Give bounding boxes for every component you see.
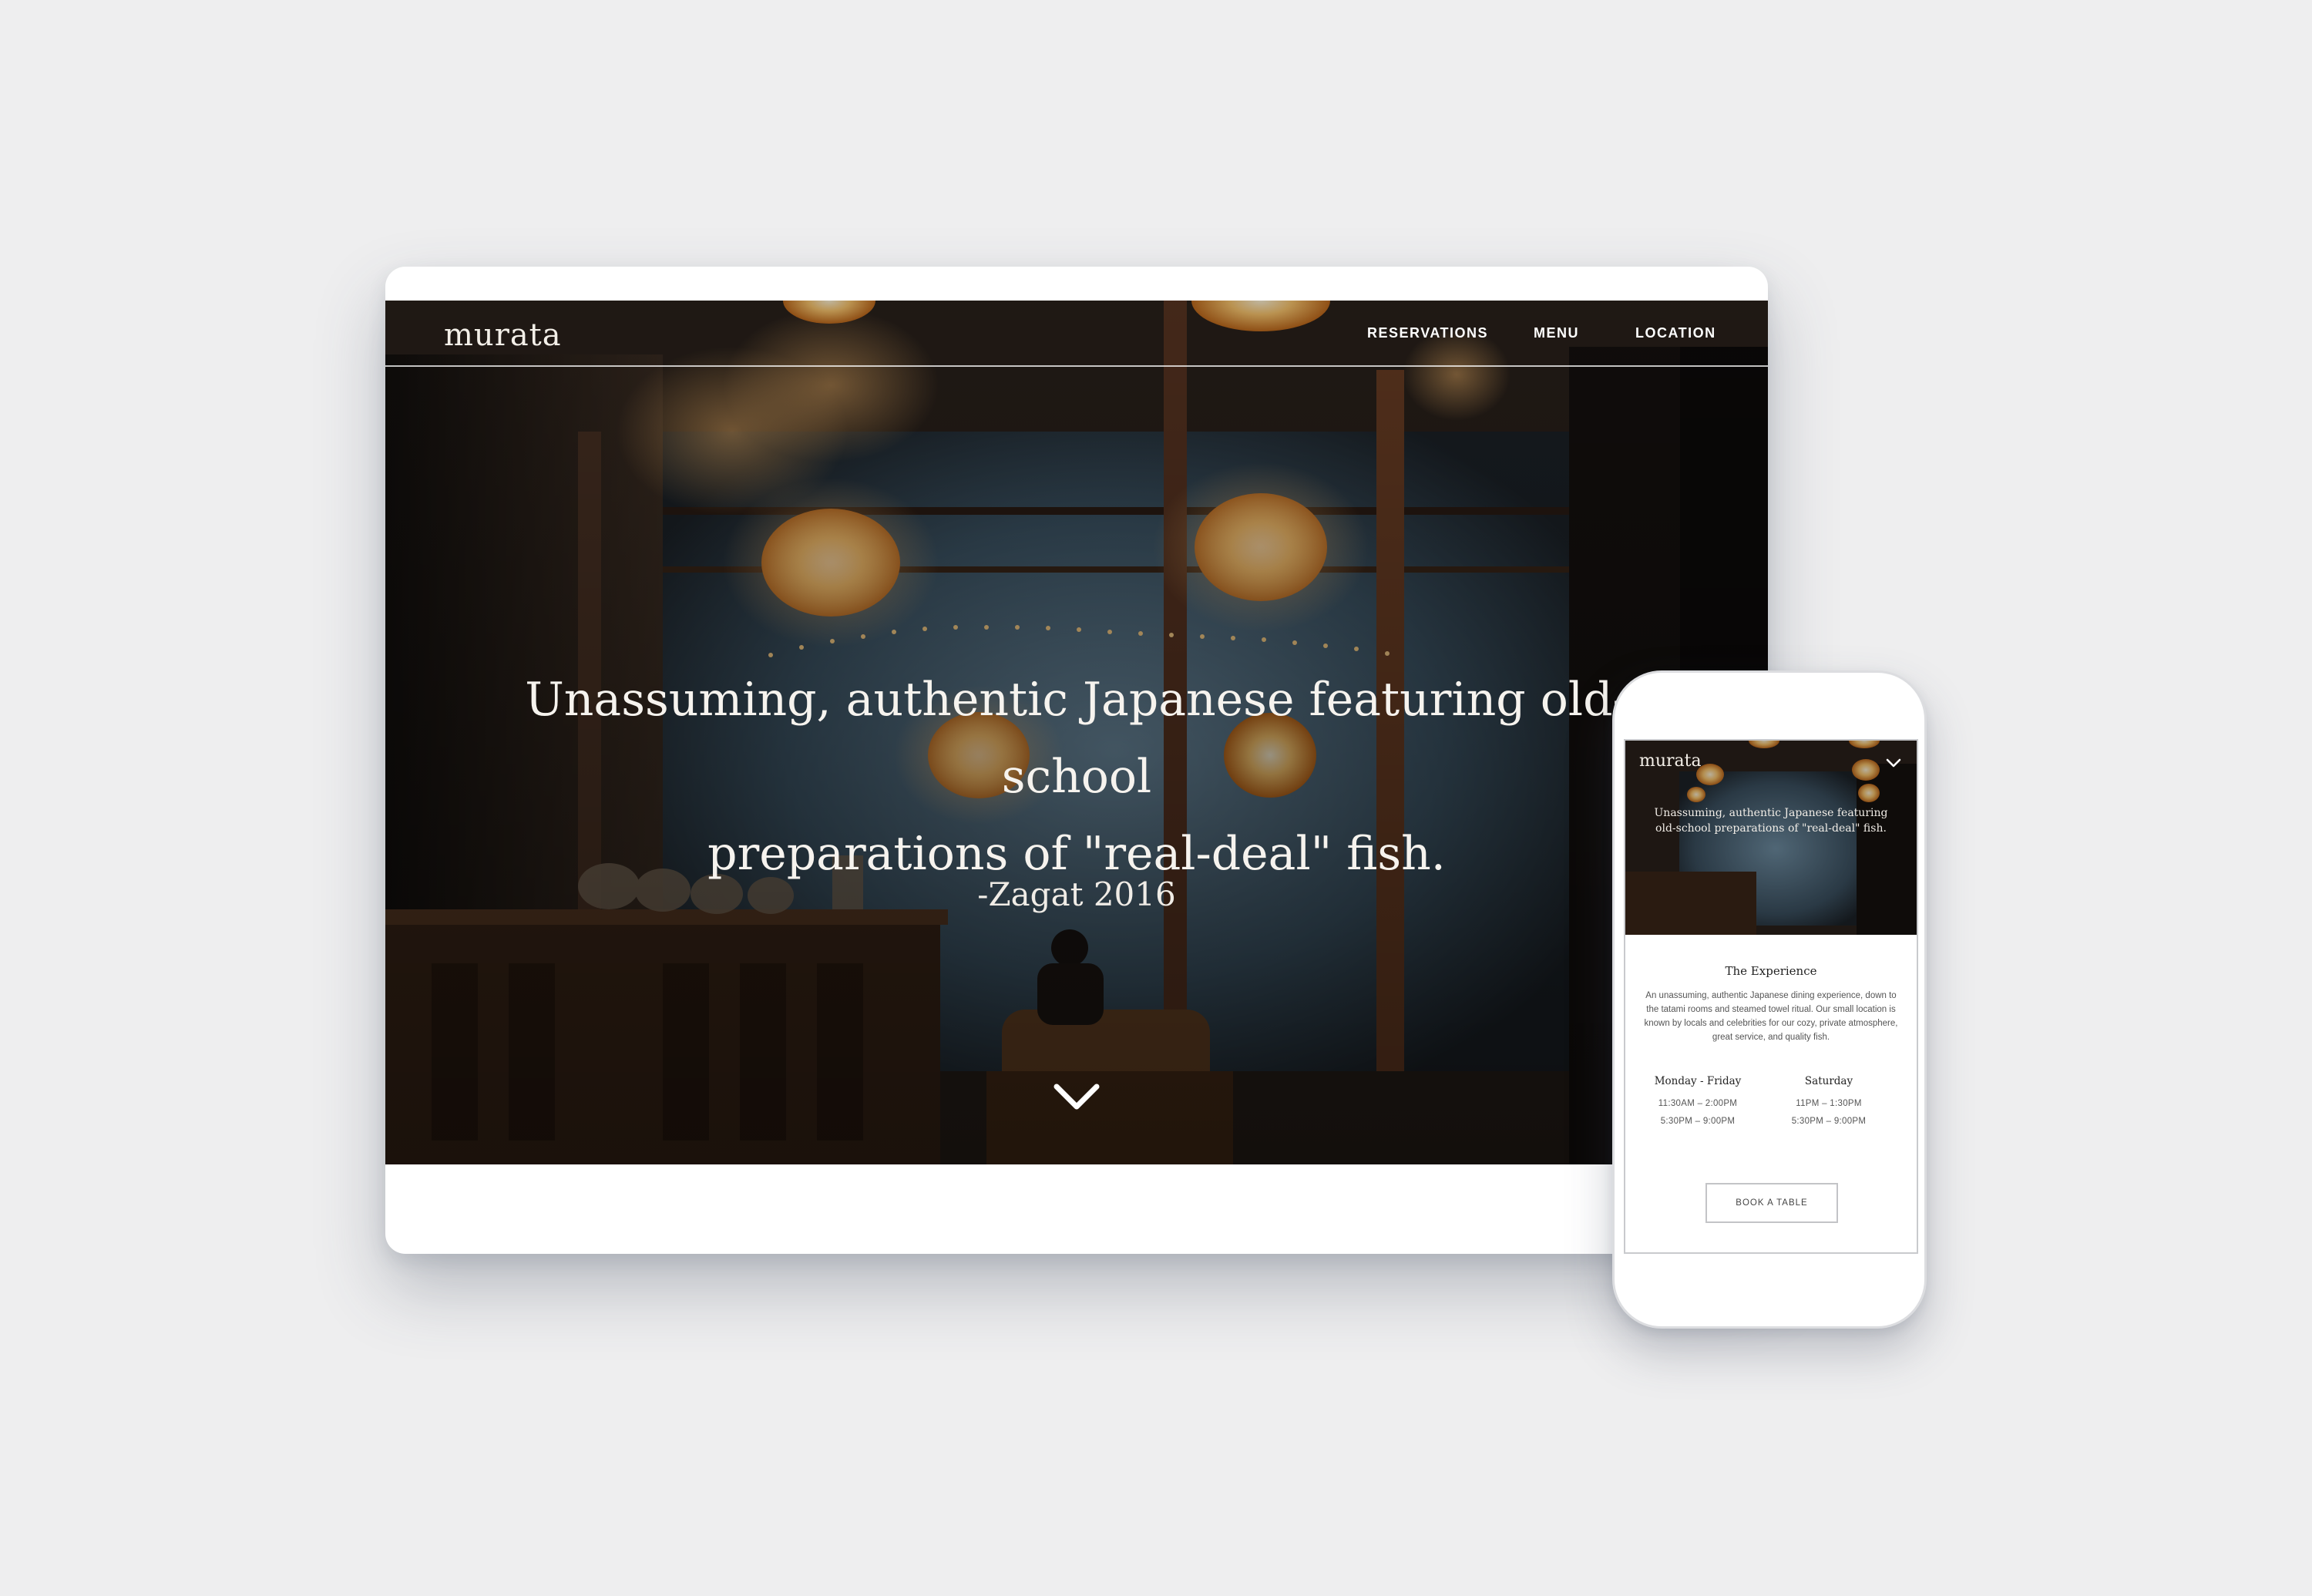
mobile-logo[interactable]: murata [1639, 751, 1702, 771]
hours-days-label: Saturday [1804, 1075, 1853, 1087]
chevron-down-icon[interactable] [1886, 758, 1901, 768]
hours-lunch: 11PM – 1:30PM [1796, 1099, 1862, 1108]
experience-title: The Experience [1725, 964, 1817, 978]
hero-quote-line-1: Unassuming, authentic Japanese featuring… [525, 673, 1628, 804]
hours-lunch: 11:30AM – 2:00PM [1658, 1099, 1738, 1108]
chevron-down-icon[interactable] [1054, 1082, 1100, 1113]
hero-quote: Unassuming, authentic Japanese featuring… [462, 661, 1691, 892]
nav-menu[interactable]: MENU [1534, 325, 1579, 341]
mobile-hero-quote: Unassuming, authentic Japanese featuring… [1633, 805, 1909, 836]
mobile-hero: murata Unassuming, authentic Japanese fe… [1625, 741, 1917, 935]
nav-location[interactable]: LOCATION [1635, 325, 1716, 341]
hours-saturday: Saturday 11PM – 1:30PM 5:30PM – 9:00PM [1767, 1075, 1890, 1131]
hours-dinner: 5:30PM – 9:00PM [1660, 1117, 1736, 1126]
mobile-hero-quote-line-2: old-school preparations of "real-deal" f… [1655, 822, 1887, 835]
mobile-hero-quote-line-1: Unassuming, authentic Japanese featuring [1654, 807, 1888, 819]
desktop-mockup: murata RESERVATIONS MENU LOCATION Unassu… [385, 267, 1768, 1254]
book-table-button[interactable]: BOOK A TABLE [1705, 1183, 1838, 1223]
hero-section: murata RESERVATIONS MENU LOCATION Unassu… [385, 301, 1768, 1164]
nav-reservations[interactable]: RESERVATIONS [1367, 325, 1488, 341]
experience-description: An unassuming, authentic Japanese dining… [1644, 991, 1898, 1042]
hero-citation: -Zagat 2016 [977, 875, 1176, 913]
hours-days-label: Monday - Friday [1654, 1075, 1742, 1087]
mobile-mockup: murata Unassuming, authentic Japanese fe… [1612, 670, 1927, 1329]
site-logo[interactable]: murata [444, 318, 562, 353]
hours-dinner: 5:30PM – 9:00PM [1791, 1117, 1867, 1126]
mobile-screen: murata Unassuming, authentic Japanese fe… [1624, 739, 1918, 1254]
nav-divider [385, 365, 1768, 367]
hours-weekdays: Monday - Friday 11:30AM – 2:00PM 5:30PM … [1636, 1075, 1759, 1131]
